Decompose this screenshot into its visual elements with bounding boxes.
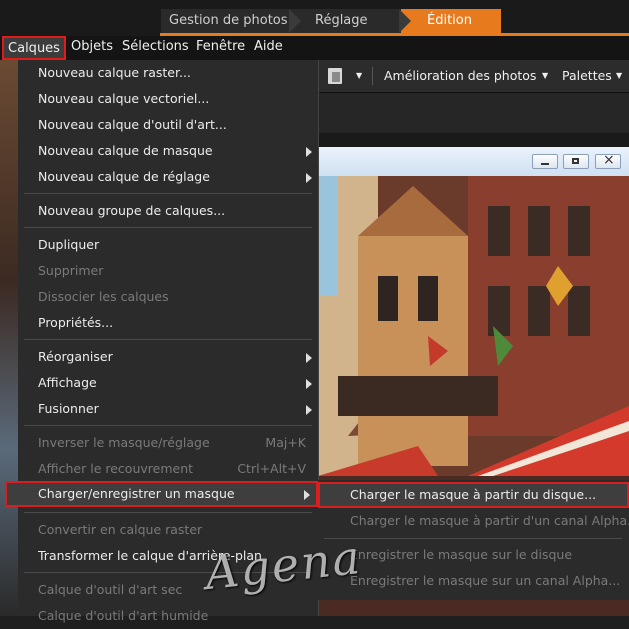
menu-aide[interactable]: Aide xyxy=(254,36,283,60)
menu-item-fusionner[interactable]: Fusionner xyxy=(18,396,318,422)
menu-item-dupliquer[interactable]: Dupliquer xyxy=(18,232,318,258)
menu-separator xyxy=(24,425,312,426)
toolbar: ▼ Amélioration des photos ▼ Palettes ▼ xyxy=(318,60,629,93)
menu-item-label: Nouveau calque de masque xyxy=(38,143,213,158)
workspace-tabbar: Gestion de photos Réglage Édition xyxy=(0,0,629,38)
menu-item-label: Dupliquer xyxy=(38,237,100,252)
menu-separator xyxy=(324,538,622,539)
chevron-down-icon[interactable]: ▼ xyxy=(542,60,548,92)
toolbar-divider xyxy=(372,67,373,85)
chevron-down-icon[interactable]: ▼ xyxy=(356,60,362,92)
tab-separator-icon xyxy=(289,9,301,33)
palettes-dropdown[interactable]: Palettes xyxy=(562,60,612,92)
menu-item-label: Charger le masque à partir du disque... xyxy=(350,487,597,502)
menu-item-nouveau-calque-vectoriel[interactable]: Nouveau calque vectoriel... xyxy=(18,86,318,112)
menu-item-label: Nouveau calque vectoriel... xyxy=(38,91,210,106)
minimize-icon[interactable] xyxy=(532,154,558,169)
menu-objets[interactable]: Objets xyxy=(71,36,113,60)
menu-item-inverser-masque: Inverser le masque/réglage Maj+K xyxy=(18,430,318,456)
menu-item-nouveau-calque-outil-art[interactable]: Nouveau calque d'outil d'art... xyxy=(18,112,318,138)
tab-separator-icon xyxy=(399,9,411,33)
menu-separator xyxy=(24,193,312,194)
menu-selections[interactable]: Sélections xyxy=(122,36,189,60)
amelioration-photos-dropdown[interactable]: Amélioration des photos xyxy=(384,60,536,92)
submenu-arrow-icon xyxy=(306,379,312,389)
menubar: Calques Objets Sélections Fenêtre Aide xyxy=(0,36,629,60)
tab-gestion-photos[interactable]: Gestion de photos xyxy=(161,9,291,33)
menu-item-proprietes[interactable]: Propriétés... xyxy=(18,310,318,336)
tab-reglage[interactable]: Réglage xyxy=(291,9,401,33)
submenu-arrow-icon xyxy=(304,490,310,500)
menu-fenetre[interactable]: Fenêtre xyxy=(196,36,245,60)
submenu-item-charger-disque[interactable]: Charger le masque à partir du disque... xyxy=(318,482,629,508)
menu-separator xyxy=(24,339,312,340)
restore-icon[interactable] xyxy=(563,154,589,169)
submenu-item-charger-canal-alpha: Charger le masque à partir d'un canal Al… xyxy=(318,508,629,534)
menu-separator xyxy=(24,512,312,513)
shortcut-label: Ctrl+Alt+V xyxy=(237,461,306,476)
menu-item-charger-enregistrer-masque[interactable]: Charger/enregistrer un masque xyxy=(5,481,318,507)
menu-item-label: Nouveau calque de réglage xyxy=(38,169,210,184)
tab-edition[interactable]: Édition xyxy=(401,9,501,33)
submenu-arrow-icon xyxy=(306,173,312,183)
submenu-item-enregistrer-canal-alpha: Enregistrer le masque sur un canal Alpha… xyxy=(318,568,629,594)
submenu-item-enregistrer-disque: Enregistrer le masque sur le disque xyxy=(318,542,629,568)
menu-item-label: Nouveau calque d'outil d'art... xyxy=(38,117,227,132)
menu-item-label: Dissocier les calques xyxy=(38,289,169,304)
options-bar xyxy=(318,93,629,133)
menu-item-calque-art-humide: Calque d'outil d'art humide xyxy=(18,603,318,629)
shortcut-label: Maj+K xyxy=(265,435,306,450)
menu-item-label: Charger le masque à partir d'un canal Al… xyxy=(350,513,629,528)
submenu-arrow-icon xyxy=(306,405,312,415)
menu-item-afficher-recouvrement: Afficher le recouvrement Ctrl+Alt+V xyxy=(18,456,318,482)
menu-item-nouveau-groupe-calques[interactable]: Nouveau groupe de calques... xyxy=(18,198,318,224)
menu-item-supprimer: Supprimer xyxy=(18,258,318,284)
chevron-down-icon[interactable]: ▼ xyxy=(616,60,622,92)
menu-item-label: Enregistrer le masque sur un canal Alpha… xyxy=(350,573,621,588)
charger-enregistrer-submenu: Charger le masque à partir du disque... … xyxy=(318,480,629,600)
submenu-arrow-icon xyxy=(306,147,312,157)
menu-item-label: Charger/enregistrer un masque xyxy=(38,486,235,501)
menu-item-label: Affichage xyxy=(38,375,97,390)
close-icon[interactable] xyxy=(595,152,621,169)
menu-item-label: Supprimer xyxy=(38,263,104,278)
menu-item-label: Fusionner xyxy=(38,401,99,416)
menu-item-label: Nouveau calque raster... xyxy=(38,65,191,80)
menu-item-label: Calque d'outil d'art sec xyxy=(38,582,183,597)
background-image-edge xyxy=(0,60,18,616)
menu-item-label: Nouveau groupe de calques... xyxy=(38,203,226,218)
menu-item-nouveau-calque-raster[interactable]: Nouveau calque raster... xyxy=(18,60,318,86)
menu-item-nouveau-calque-reglage[interactable]: Nouveau calque de réglage xyxy=(18,164,318,190)
menu-item-label: Afficher le recouvrement xyxy=(38,461,194,476)
menu-item-dissocier-calques: Dissocier les calques xyxy=(18,284,318,310)
menu-item-affichage[interactable]: Affichage xyxy=(18,370,318,396)
menu-item-label: Propriétés... xyxy=(38,315,114,330)
image-window-titlebar[interactable] xyxy=(318,147,629,176)
menu-item-label: Convertir en calque raster xyxy=(38,522,203,537)
paste-icon[interactable] xyxy=(328,68,342,84)
calques-dropdown-menu: Nouveau calque raster... Nouveau calque … xyxy=(5,60,319,623)
menu-item-nouveau-calque-masque[interactable]: Nouveau calque de masque xyxy=(18,138,318,164)
menu-separator xyxy=(24,227,312,228)
submenu-arrow-icon xyxy=(306,353,312,363)
workspace-gap xyxy=(318,133,629,147)
menu-item-reorganiser[interactable]: Réorganiser xyxy=(18,344,318,370)
menu-item-label: Inverser le masque/réglage xyxy=(38,435,210,450)
menu-item-label: Enregistrer le masque sur le disque xyxy=(350,547,573,562)
menu-calques[interactable]: Calques xyxy=(2,36,66,60)
menu-item-label: Réorganiser xyxy=(38,349,113,364)
